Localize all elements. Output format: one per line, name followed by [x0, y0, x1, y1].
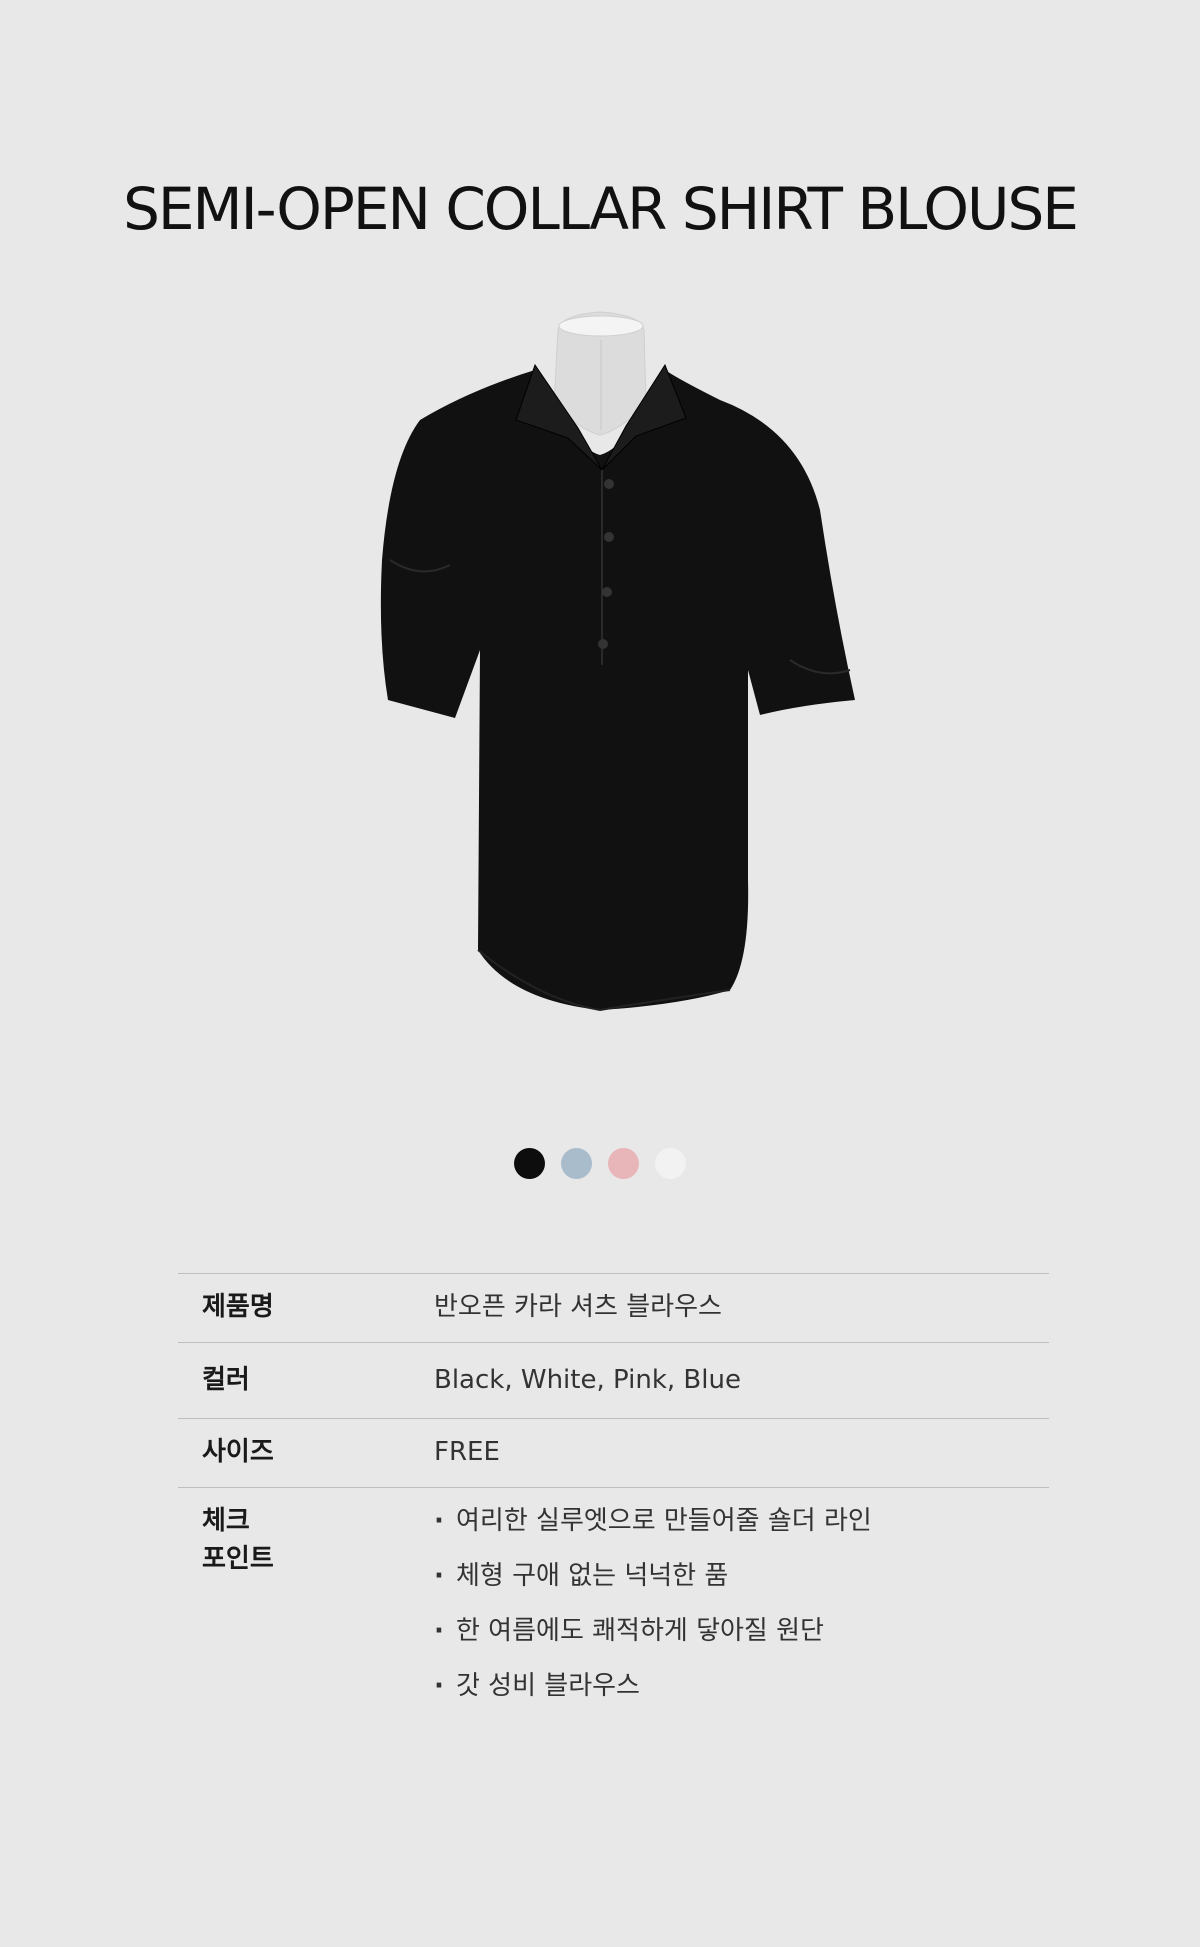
color-value: Black, White, Pink, Blue: [434, 1365, 741, 1395]
check-points-list: 여리한 실루엣으로 만들어줄 숄더 라인 체형 구애 없는 넉넉한 품 한 여름…: [434, 1502, 1049, 1705]
size-value: FREE: [434, 1437, 500, 1467]
color-swatches: [0, 1148, 1200, 1179]
check-points-label: 체크 포인트: [202, 1506, 274, 1574]
info-row-check-points: 체크 포인트 여리한 실루엣으로 만들어줄 숄더 라인 체형 구애 없는 넉넉한…: [178, 1488, 1049, 1722]
size-label: 사이즈: [202, 1437, 274, 1467]
swatch-pink[interactable]: [608, 1148, 639, 1179]
check-point-item: 한 여름에도 쾌적하게 닿아질 원단: [434, 1612, 1049, 1650]
info-row-size: 사이즈 FREE: [178, 1419, 1049, 1488]
check-point-item: 갓 성비 블라우스: [434, 1667, 1049, 1705]
swatch-black[interactable]: [514, 1148, 545, 1179]
swatch-blue[interactable]: [561, 1148, 592, 1179]
check-point-item: 여리한 실루엣으로 만들어줄 숄더 라인: [434, 1502, 1049, 1540]
info-row-color: 컬러 Black, White, Pink, Blue: [178, 1343, 1049, 1419]
swatch-white[interactable]: [655, 1148, 686, 1179]
color-label: 컬러: [202, 1365, 250, 1395]
name-label: 제품명: [202, 1292, 274, 1322]
product-image: [320, 310, 880, 1090]
product-info-table: 제품명 반오픈 카라 셔츠 블라우스 컬러 Black, White, Pink…: [178, 1273, 1049, 1722]
blouse-illustration: [380, 311, 855, 1012]
check-point-item: 체형 구애 없는 넉넉한 품: [434, 1557, 1049, 1595]
name-value: 반오픈 카라 셔츠 블라우스: [434, 1292, 722, 1322]
product-title: SEMI-OPEN COLLAR SHIRT BLOUSE: [123, 175, 1079, 243]
check-points-value: 여리한 실루엣으로 만들어줄 숄더 라인 체형 구애 없는 넉넉한 품 한 여름…: [434, 1502, 1049, 1722]
info-row-name: 제품명 반오픈 카라 셔츠 블라우스: [178, 1274, 1049, 1343]
